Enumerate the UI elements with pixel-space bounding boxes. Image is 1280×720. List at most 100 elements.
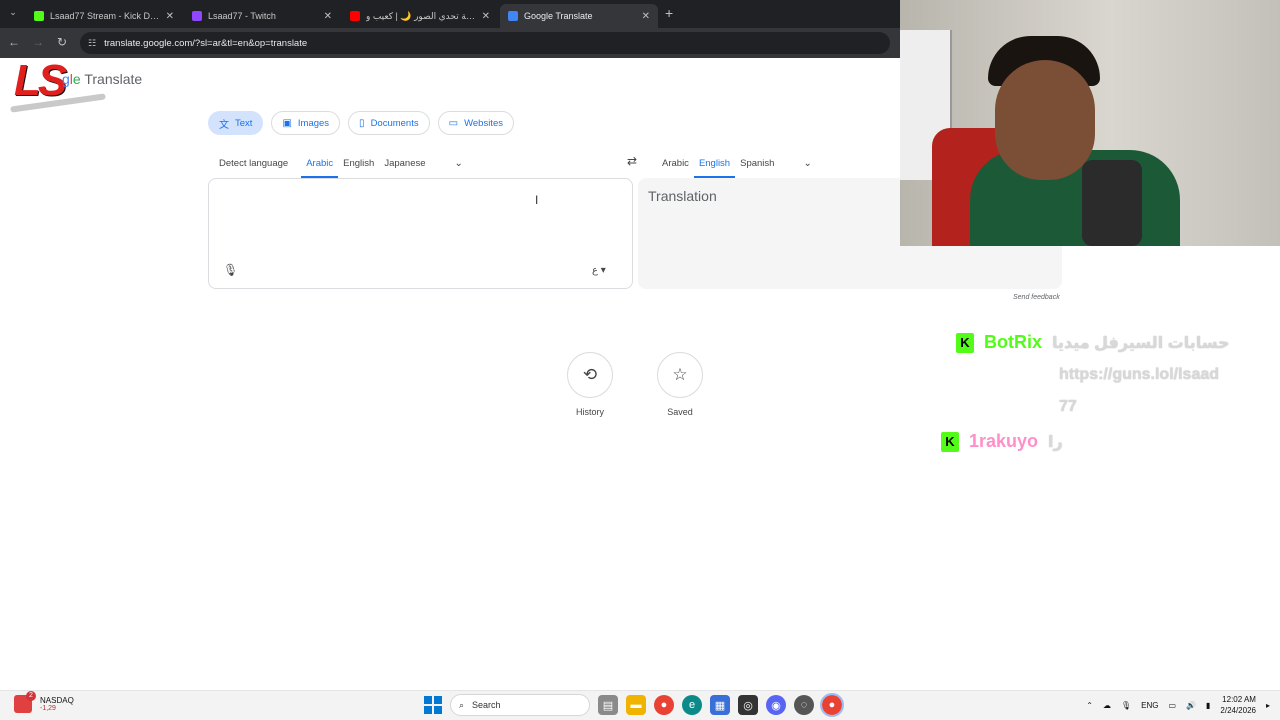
source-lang-japanese[interactable]: Japanese [379,150,430,176]
search-icon: ⌕ [459,699,465,710]
website-icon: ▭ [448,117,459,129]
mode-label: Websites [464,117,503,129]
system-tray: ⌃ ☁ 🎙 ENG ▭ 🔊 ▮ 12:02 AM 2/24/2026 ▸ [1086,694,1270,716]
tab-youtube[interactable]: بطولة تحدي الصور 🌙 | كعيب و ✕ [342,4,498,28]
clock-time: 12:02 AM [1222,695,1256,704]
tab-kick-dashboard[interactable]: Lsaad77 Stream - Kick Dashboard ✕ [26,4,182,28]
saved-label: Saved [667,407,693,417]
forward-arrow-icon[interactable]: → [30,35,46,49]
chat-message: K BotRix حسابات السيرفل ميديا [956,332,1230,353]
logo-text: LS [14,56,67,105]
history-button[interactable]: ⟲ History [560,352,620,417]
site-info-icon[interactable]: ☷ [88,38,96,49]
kick-badge-icon: K [941,431,959,452]
source-lang-english[interactable]: English [338,150,379,176]
store-icon[interactable]: ▦ [710,695,730,715]
translate-icon: 文 [219,119,229,131]
input-language[interactable]: ENG [1141,701,1158,710]
target-lang-more-chevron-icon[interactable]: ⌄ [797,158,817,169]
source-language-bar: Detect language Arabic English Japanese … [214,150,469,178]
mode-websites-button[interactable]: ▭ Websites [437,111,514,135]
taskbar-apps: ⌕ Search ▤ ▬ ● e ▦ ◎ ◉ ◌ ● [424,693,844,717]
mode-images-button[interactable]: ▣ Images [271,111,341,135]
target-lang-spanish[interactable]: Spanish [735,150,779,176]
target-lang-arabic[interactable]: Arabic [657,150,694,176]
history-label: History [575,407,604,417]
chrome-active-icon[interactable]: ● [820,693,844,717]
tab-title: Google Translate [524,11,593,21]
microphone-icon[interactable]: 🎙 [223,263,238,277]
title-letter: g [62,71,70,87]
address-bar[interactable]: ☷ translate.google.com/?sl=ar&tl=en&op=t… [80,32,890,54]
close-icon[interactable]: ✕ [642,11,650,22]
text-cursor-icon: I [535,193,539,207]
new-tab-button[interactable]: + [665,5,673,21]
mode-documents-button[interactable]: ▯ Documents [348,111,430,135]
task-view-icon[interactable]: ▤ [598,695,618,715]
input-tools-button[interactable]: ع ▾ [592,265,606,276]
tab-search-chevron-icon[interactable]: ⌄ [6,7,20,21]
streamer-head [995,60,1095,180]
chat-text: حسابات السيرفل ميديا [1052,334,1230,352]
translation-mode-tabs: 文 Text ▣ Images ▯ Documents ▭ Websites [208,111,514,135]
edge-icon[interactable]: e [682,695,702,715]
google-translate-icon [508,11,518,21]
tab-title: بطولة تحدي الصور 🌙 | كعيب و [366,10,476,21]
windows-start-icon[interactable] [424,696,442,714]
volume-icon[interactable]: 🔊 [1186,701,1196,710]
obs-icon[interactable]: ◌ [794,695,814,715]
notifications-icon[interactable]: ▸ [1266,701,1270,710]
url-text: translate.google.com/?sl=ar&tl=en&op=tra… [104,37,308,49]
mode-text-button[interactable]: 文 Text [208,111,264,135]
send-feedback-link[interactable]: Send feedback [1013,294,1060,301]
windows-taskbar: 2 NASDAQ -1,29 ⌕ Search ▤ ▬ ● e ▦ ◎ ◉ ◌ … [0,690,1280,720]
source-lang-more-chevron-icon[interactable]: ⌄ [449,158,469,169]
source-text-input[interactable]: 🎙 ع ▾ [208,178,633,289]
document-icon: ▯ [359,117,365,129]
clock-date: 2/24/2026 [1220,706,1256,715]
tray-overflow-chevron-icon[interactable]: ⌃ [1086,701,1093,710]
history-icon: ⟲ [567,352,613,398]
chat-message: K 1rakuyo را [941,431,1063,452]
mode-label: Text [235,117,253,129]
chat-username: BotRix [984,332,1042,352]
youtube-icon [350,11,360,21]
close-icon[interactable]: ✕ [324,11,332,22]
keyboard-label: ع [592,265,598,276]
tab-title: Lsaad77 Stream - Kick Dashboard [50,11,160,21]
discord-icon[interactable]: ◉ [766,695,786,715]
back-arrow-icon[interactable]: ← [6,35,22,49]
star-icon: ☆ [657,352,703,398]
search-label: Search [472,700,501,710]
taskbar-search[interactable]: ⌕ Search [450,694,590,716]
close-icon[interactable]: ✕ [482,11,490,22]
source-lang-detect[interactable]: Detect language [214,150,293,176]
notification-badge: 2 [26,691,36,701]
app-icon[interactable]: ◎ [738,695,758,715]
microphone-tray-icon[interactable]: 🎙 [1121,701,1131,710]
target-language-bar: Arabic English Spanish ⌄ [657,150,818,178]
network-icon[interactable]: ▭ [1168,701,1176,710]
stock-widget[interactable]: 2 NASDAQ -1,29 [14,691,74,713]
chat-text: را [1048,433,1063,451]
chat-username: 1rakuyo [969,431,1039,451]
swap-languages-icon[interactable]: ⇄ [627,154,637,168]
saved-button[interactable]: ☆ Saved [650,352,710,417]
tab-twitch[interactable]: Lsaad77 - Twitch ✕ [184,4,340,28]
cloud-icon[interactable]: ☁ [1103,701,1111,710]
close-icon[interactable]: ✕ [166,11,174,22]
translation-placeholder: Translation [648,188,717,204]
google-translate-title[interactable]: gle Translate [62,71,142,87]
image-icon: ▣ [282,117,292,129]
file-explorer-icon[interactable]: ▬ [626,695,646,715]
reload-icon[interactable]: ↻ [54,35,70,49]
tab-google-translate[interactable]: Google Translate ✕ [500,4,658,28]
clock[interactable]: 12:02 AM 2/24/2026 [1220,694,1256,716]
source-lang-arabic[interactable]: Arabic [301,150,339,178]
toolbar: ← → ↻ ☷ translate.google.com/?sl=ar&tl=e… [0,28,900,58]
title-letter: e [72,71,81,87]
target-lang-english[interactable]: English [693,150,736,178]
chrome-icon[interactable]: ● [654,695,674,715]
battery-icon[interactable]: ▮ [1206,701,1210,710]
chat-link-line: 77 [1059,398,1077,415]
